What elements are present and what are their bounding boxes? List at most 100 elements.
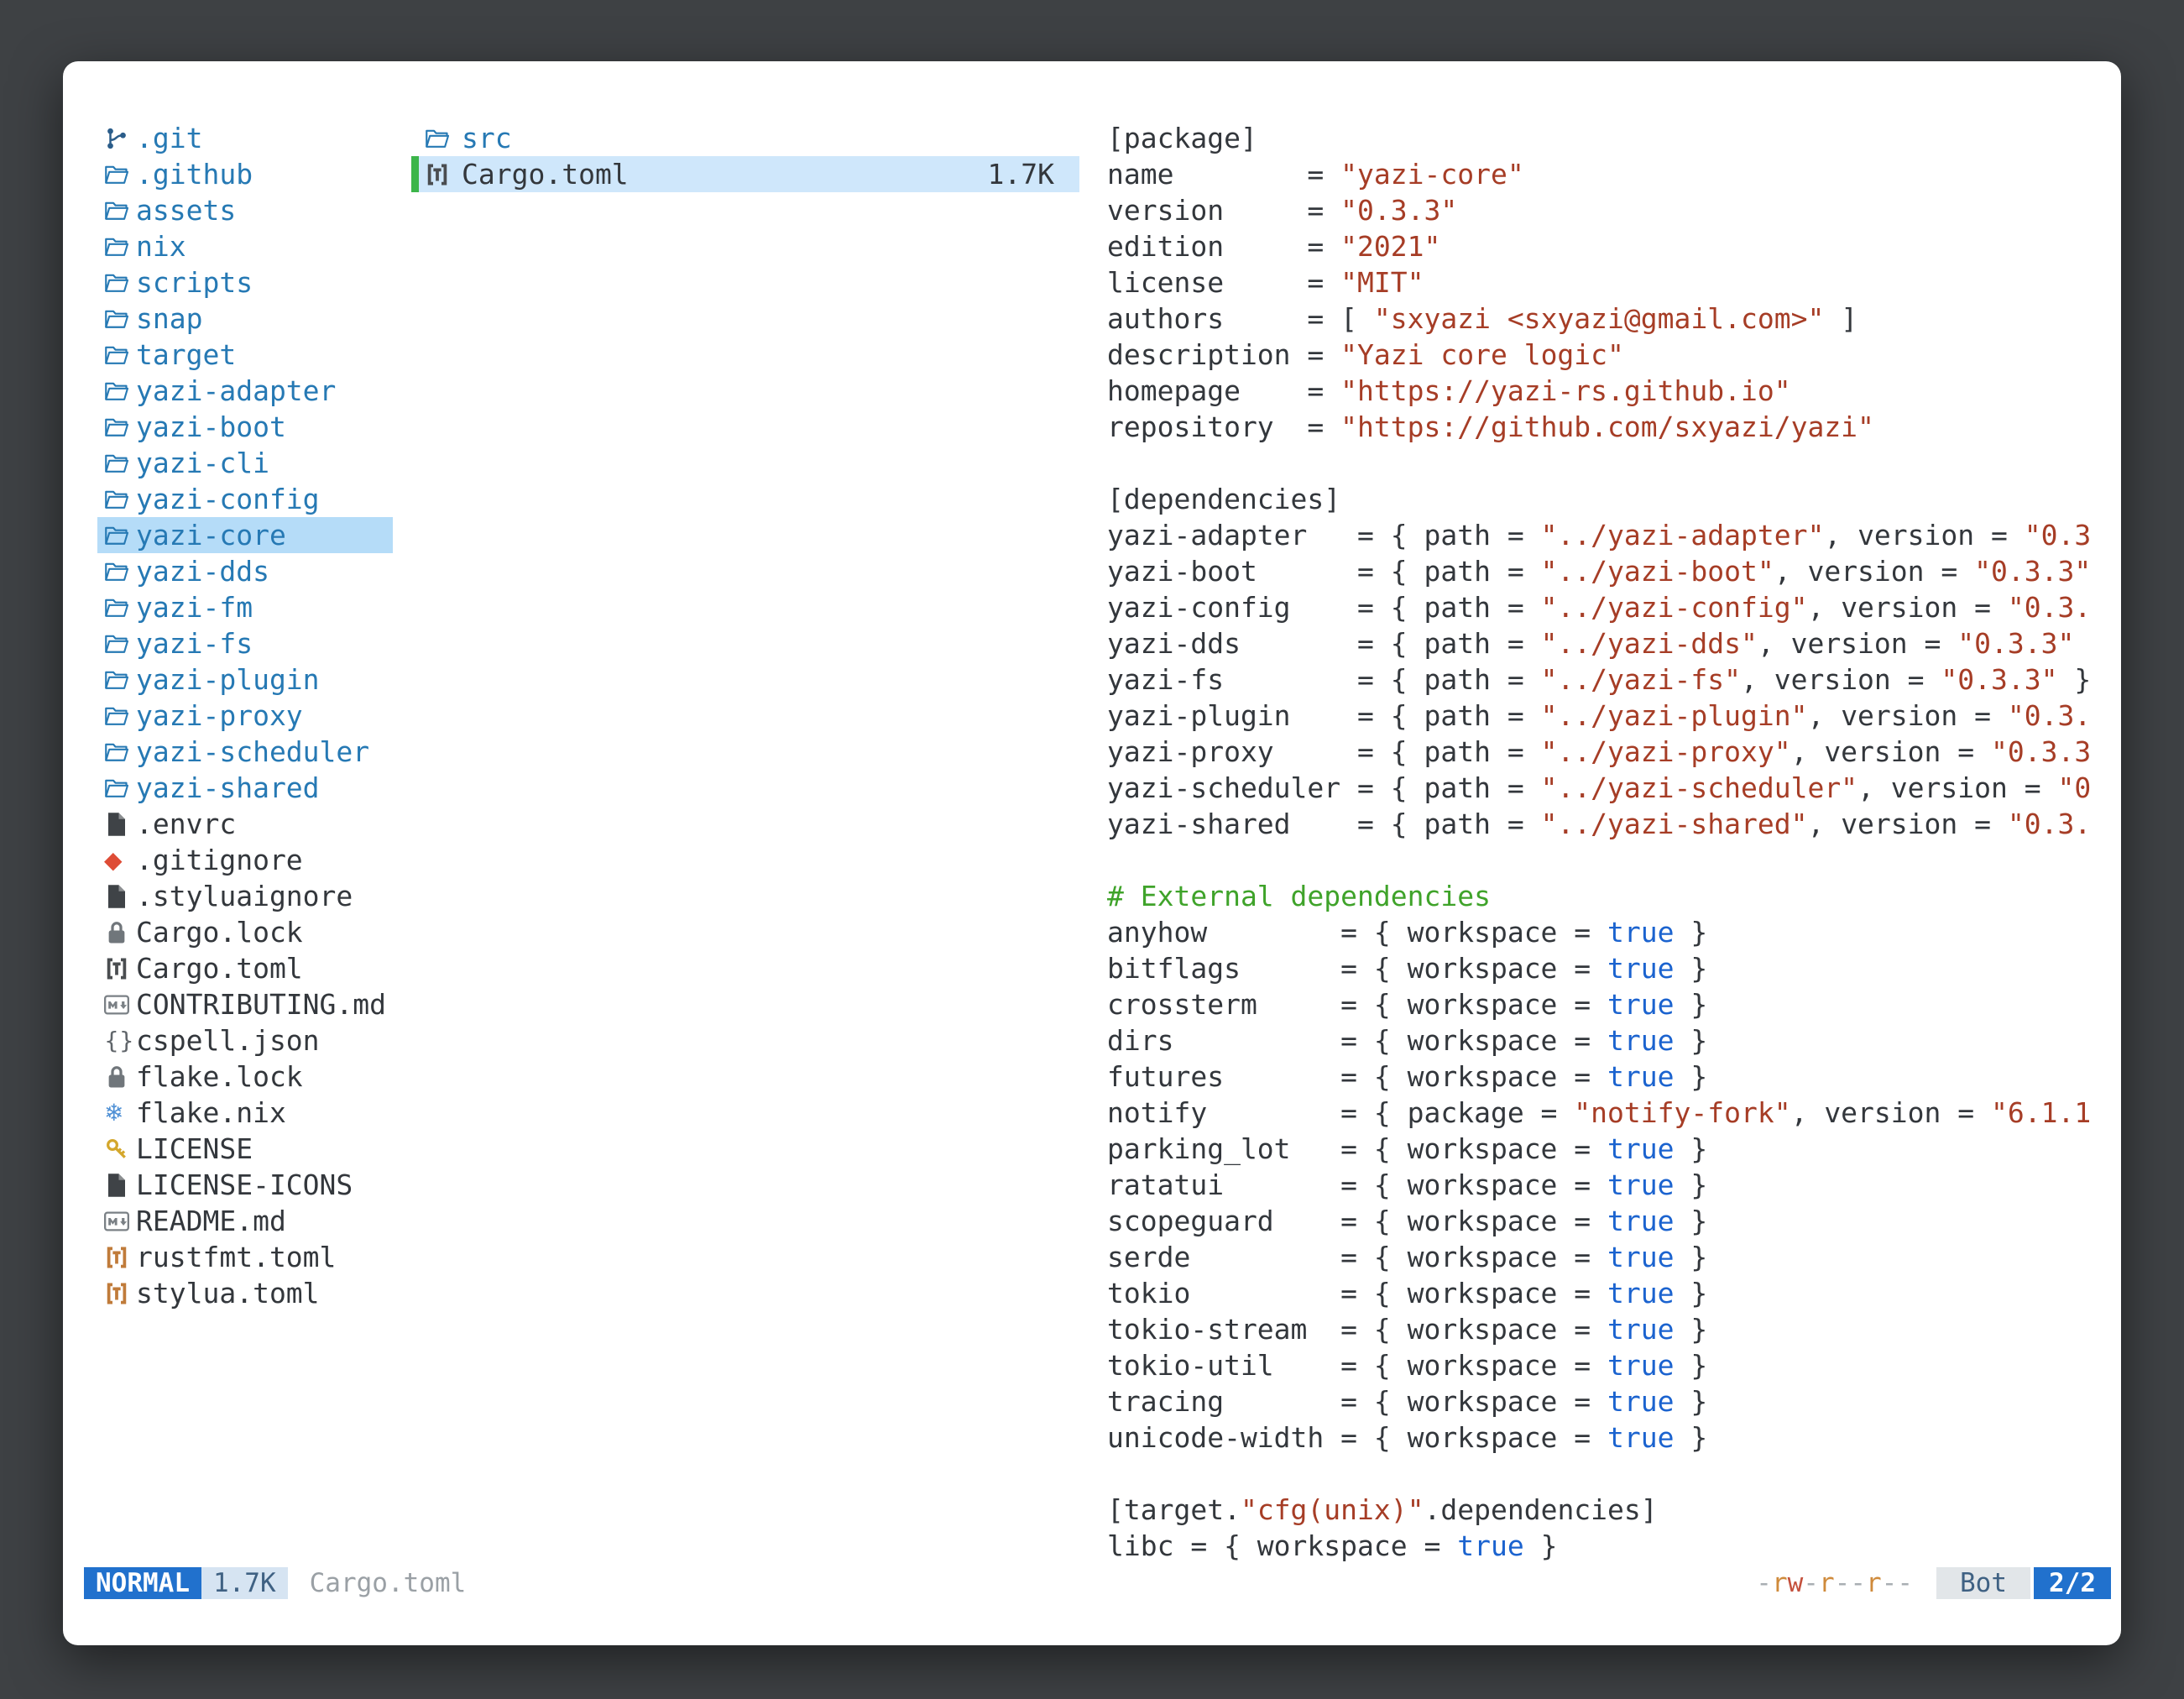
item-label: stylua.toml (136, 1275, 320, 1311)
folder-icon (104, 270, 136, 295)
folder-icon (104, 162, 136, 187)
file-item-flake-nix[interactable]: ❄flake.nix (97, 1095, 393, 1131)
dir-item-snap[interactable]: snap (97, 301, 393, 337)
dir-item-nix[interactable]: nix (97, 228, 393, 264)
dir-item-yazi-config[interactable]: yazi-config (97, 481, 393, 517)
parent-directory-pane: .git.githubassetsnixscriptssnaptargetyaz… (97, 120, 393, 1311)
file-size-indicator: 1.7K (201, 1567, 288, 1599)
file-preview-pane: [package]name = "yazi-core"version = "0.… (1107, 120, 2113, 1564)
item-label: yazi-boot (136, 409, 286, 445)
preview-line: yazi-config = { path = "../yazi-config",… (1107, 589, 2113, 625)
dir-item-yazi-plugin[interactable]: yazi-plugin (97, 661, 393, 698)
file-item-rustfmt-toml[interactable]: rustfmt.toml (97, 1239, 393, 1275)
dir-item-yazi-cli[interactable]: yazi-cli (97, 445, 393, 481)
dir-item-scripts[interactable]: scripts (97, 264, 393, 301)
item-label: .git (136, 120, 202, 156)
item-label: Cargo.toml (462, 156, 629, 192)
preview-line: dirs = { workspace = true } (1107, 1022, 2113, 1059)
dir-item-yazi-dds[interactable]: yazi-dds (97, 553, 393, 589)
markdown-icon (104, 1209, 136, 1234)
toml-icon (104, 1281, 136, 1306)
preview-line: tracing = { workspace = true } (1107, 1383, 2113, 1419)
preview-line: bitflags = { workspace = true } (1107, 950, 2113, 986)
preview-line: serde = { workspace = true } (1107, 1239, 2113, 1275)
dir-item-yazi-fm[interactable]: yazi-fm (97, 589, 393, 625)
toml-icon (104, 956, 136, 981)
file-item-cspell-json[interactable]: {}cspell.json (97, 1022, 393, 1059)
current-filename: Cargo.toml (310, 1567, 467, 1599)
dir-item-target[interactable]: target (97, 337, 393, 373)
preview-line (1107, 842, 2113, 878)
git-diamond-icon: ◆ (104, 849, 136, 872)
dir-item-yazi-shared[interactable]: yazi-shared (97, 770, 393, 806)
file-counter: 2/2 (2034, 1567, 2111, 1599)
item-label: snap (136, 301, 202, 337)
dir-item-yazi-core[interactable]: yazi-core (97, 517, 393, 553)
file-icon (104, 1173, 136, 1198)
file-item-styluaignore[interactable]: .styluaignore (97, 878, 393, 914)
dir-item-yazi-adapter[interactable]: yazi-adapter (97, 373, 393, 409)
toml-icon (425, 162, 462, 187)
current-directory-pane: srcCargo.toml1.7K (411, 120, 1079, 192)
folder-icon (104, 234, 136, 259)
item-label: .styluaignore (136, 878, 353, 914)
dir-item-src[interactable]: src (411, 120, 1079, 156)
preview-line: yazi-scheduler = { path = "../yazi-sched… (1107, 770, 2113, 806)
file-item-cargo-lock[interactable]: Cargo.lock (97, 914, 393, 950)
item-label: flake.nix (136, 1095, 286, 1131)
folder-icon (104, 776, 136, 801)
folder-icon (104, 595, 136, 620)
preview-line: tokio-stream = { workspace = true } (1107, 1311, 2113, 1347)
preview-line: yazi-fs = { path = "../yazi-fs", version… (1107, 661, 2113, 698)
preview-line: unicode-width = { workspace = true } (1107, 1419, 2113, 1456)
item-label: yazi-config (136, 481, 320, 517)
file-item-envrc[interactable]: .envrc (97, 806, 393, 842)
preview-line: name = "yazi-core" (1107, 156, 2113, 192)
item-label: LICENSE (136, 1131, 253, 1167)
braces-icon: {} (104, 1029, 136, 1053)
folder-icon (104, 740, 136, 765)
dir-item-assets[interactable]: assets (97, 192, 393, 228)
folder-icon (104, 523, 136, 548)
item-label: README.md (136, 1203, 286, 1239)
file-item-readme-md[interactable]: README.md (97, 1203, 393, 1239)
file-item-gitignore[interactable]: ◆.gitignore (97, 842, 393, 878)
item-label: flake.lock (136, 1059, 303, 1095)
file-item-cargo-toml[interactable]: Cargo.toml1.7K (411, 156, 1079, 192)
file-item-stylua-toml[interactable]: stylua.toml (97, 1275, 393, 1311)
dir-item-yazi-proxy[interactable]: yazi-proxy (97, 698, 393, 734)
folder-icon (104, 631, 136, 656)
preview-line: license = "MIT" (1107, 264, 2113, 301)
file-icon (104, 884, 136, 909)
item-label: src (462, 120, 512, 156)
folder-icon (104, 451, 136, 476)
preview-line (1107, 445, 2113, 481)
file-item-license-icons[interactable]: LICENSE-ICONS (97, 1167, 393, 1203)
lock-icon (104, 920, 136, 945)
folder-icon (425, 126, 462, 151)
file-item-flake-lock[interactable]: flake.lock (97, 1059, 393, 1095)
dir-item-yazi-fs[interactable]: yazi-fs (97, 625, 393, 661)
dir-item-yazi-boot[interactable]: yazi-boot (97, 409, 393, 445)
item-label: yazi-cli (136, 445, 269, 481)
scroll-position: Bot (1936, 1567, 2030, 1599)
dir-item-yazi-scheduler[interactable]: yazi-scheduler (97, 734, 393, 770)
dir-item-git[interactable]: .git (97, 120, 393, 156)
mode-indicator: NORMAL (84, 1567, 201, 1599)
dir-item-github[interactable]: .github (97, 156, 393, 192)
folder-icon (104, 415, 136, 440)
folder-icon (104, 703, 136, 729)
status-bar: NORMAL 1.7K Cargo.toml -rw-r--r-- Bot 2/… (84, 1567, 2111, 1599)
file-item-cargo-toml[interactable]: Cargo.toml (97, 950, 393, 986)
item-label: yazi-proxy (136, 698, 303, 734)
preview-line: # External dependencies (1107, 878, 2113, 914)
preview-line: ratatui = { workspace = true } (1107, 1167, 2113, 1203)
preview-line: tokio = { workspace = true } (1107, 1275, 2113, 1311)
file-item-contributing-md[interactable]: CONTRIBUTING.md (97, 986, 393, 1022)
key-icon (104, 1137, 136, 1162)
preview-line: [dependencies] (1107, 481, 2113, 517)
preview-line: [target."cfg(unix)".dependencies] (1107, 1492, 2113, 1528)
item-label: .gitignore (136, 842, 303, 878)
preview-line: homepage = "https://yazi-rs.github.io" (1107, 373, 2113, 409)
file-item-license[interactable]: LICENSE (97, 1131, 393, 1167)
